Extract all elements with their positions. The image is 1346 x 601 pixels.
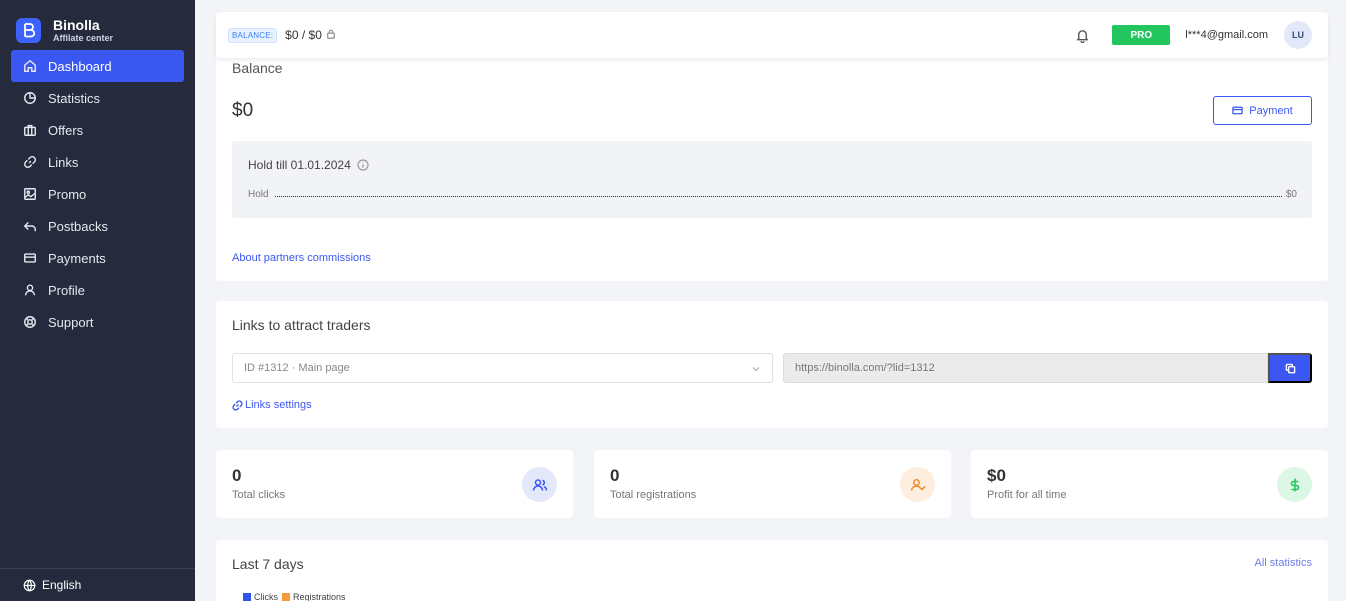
copy-button[interactable] [1268,353,1312,383]
image-icon [22,186,38,202]
sidebar-item-label: Offers [48,122,84,138]
chevron-down-icon [752,364,760,376]
brand[interactable]: Binolla Affilate center [0,0,195,44]
sidebar-item-label: Links [48,154,79,170]
balance-value: $0 / $0 [285,28,322,42]
balance-tag: BALANCE: [228,27,278,43]
sidebar-item-label: Support [48,314,94,330]
sidebar-item-promo[interactable]: Promo [11,178,184,210]
sidebar-item-label: Profile [48,282,85,298]
links-settings-label: Links settings [245,399,312,411]
chart-legend: Clicks Registrations [243,592,350,601]
balance-title: Balance [232,60,283,76]
credit-card-icon [1232,106,1244,115]
about-commissions-link[interactable]: About partners commissions [232,252,371,264]
sidebar-nav: Dashboard Statistics Offers Links Promo … [0,50,195,338]
sidebar: Binolla Affilate center Dashboard Statis… [0,0,195,601]
pie-chart-icon [22,90,38,106]
sidebar-item-profile[interactable]: Profile [11,274,184,306]
hold-value: $0 [1285,189,1297,200]
user-check-icon [900,467,935,502]
sidebar-item-support[interactable]: Support [11,306,184,338]
avatar[interactable]: LU [1284,21,1312,49]
stat-label: Total clicks [232,489,286,501]
week-title: Last 7 days [232,556,304,572]
legend-label: Clicks [254,592,278,601]
stat-label: Total registrations [610,489,697,501]
hold-label: Hold [248,189,269,200]
sidebar-item-statistics[interactable]: Statistics [11,82,184,114]
payment-button[interactable]: Payment [1213,96,1312,125]
briefcase-icon [22,122,38,138]
sidebar-item-label: Statistics [48,90,101,106]
copy-icon [1285,363,1295,373]
stat-value: 0 [610,466,620,485]
link-select-value: ID #1312 · Main page [244,362,350,374]
reply-arrow-icon [22,218,38,234]
globe-icon [23,579,36,591]
sidebar-item-label: Postbacks [48,218,108,234]
payment-button-label: Payment [1249,104,1293,117]
sidebar-item-payments[interactable]: Payments [11,242,184,274]
hold-row: Hold $0 [248,189,1297,200]
users-icon [522,467,557,502]
link-url-field[interactable]: https://binolla.com/?lid=1312 [783,353,1268,383]
stat-card-registrations: 0 Total registrations [594,450,951,518]
notification-bell-icon[interactable] [1075,28,1090,43]
links-settings-link[interactable]: Links settings [232,399,312,411]
lock-icon [326,28,336,42]
binolla-logo-icon [16,17,41,43]
legend-item-registrations[interactable]: Registrations [282,592,346,601]
links-card: Links to attract traders ID #1312 · Main… [216,301,1328,428]
sidebar-item-dashboard[interactable]: Dashboard [11,50,184,82]
sidebar-item-offers[interactable]: Offers [11,114,184,146]
stat-card-profit: $0 Profit for all time [971,450,1328,518]
language-label: English [42,578,82,592]
sidebar-item-postbacks[interactable]: Postbacks [11,210,184,242]
legend-label: Registrations [293,592,346,601]
hold-title-text: Hold till 01.01.2024 [248,158,351,172]
legend-swatch [243,593,251,601]
top-bar: BALANCE: $0 / $0 PRO l***4@gmail.com LU [216,12,1328,58]
sidebar-item-label: Payments [48,250,106,266]
dotted-leader [274,192,1282,197]
hold-title: Hold till 01.01.2024 [248,158,369,172]
stat-value: 0 [232,466,242,485]
balance-card: Balance $0 Payment Hold till 01.01.2024 … [216,45,1328,281]
sidebar-item-links[interactable]: Links [11,146,184,178]
last-7-days-card: Last 7 days All statistics Clicks Regist… [216,540,1328,601]
stat-card-clicks: 0 Total clicks [216,450,573,518]
pro-badge[interactable]: PRO [1112,25,1171,45]
links-title: Links to attract traders [232,317,371,333]
link-select[interactable]: ID #1312 · Main page [232,353,773,383]
language-selector[interactable]: English [0,568,195,601]
link-icon [232,399,243,411]
stat-value: $0 [987,466,1006,485]
dollar-icon [1277,467,1312,502]
legend-swatch [282,593,290,601]
home-icon [22,58,38,74]
lifebuoy-icon [22,314,38,330]
stat-label: Profit for all time [987,489,1067,501]
link-icon [22,154,38,170]
legend-item-clicks[interactable]: Clicks [243,592,278,601]
user-icon [22,282,38,298]
info-icon[interactable] [357,159,369,171]
sidebar-item-label: Promo [48,186,87,202]
balance-amount: $0 [232,100,254,121]
all-statistics-link[interactable]: All statistics [1255,557,1312,569]
brand-subtitle: Affilate center [53,32,114,43]
brand-name: Binolla [53,16,100,33]
sidebar-item-label: Dashboard [48,58,112,74]
hold-panel: Hold till 01.01.2024 Hold $0 [232,141,1312,218]
user-email: l***4@gmail.com [1185,29,1268,41]
credit-card-icon [22,250,38,266]
